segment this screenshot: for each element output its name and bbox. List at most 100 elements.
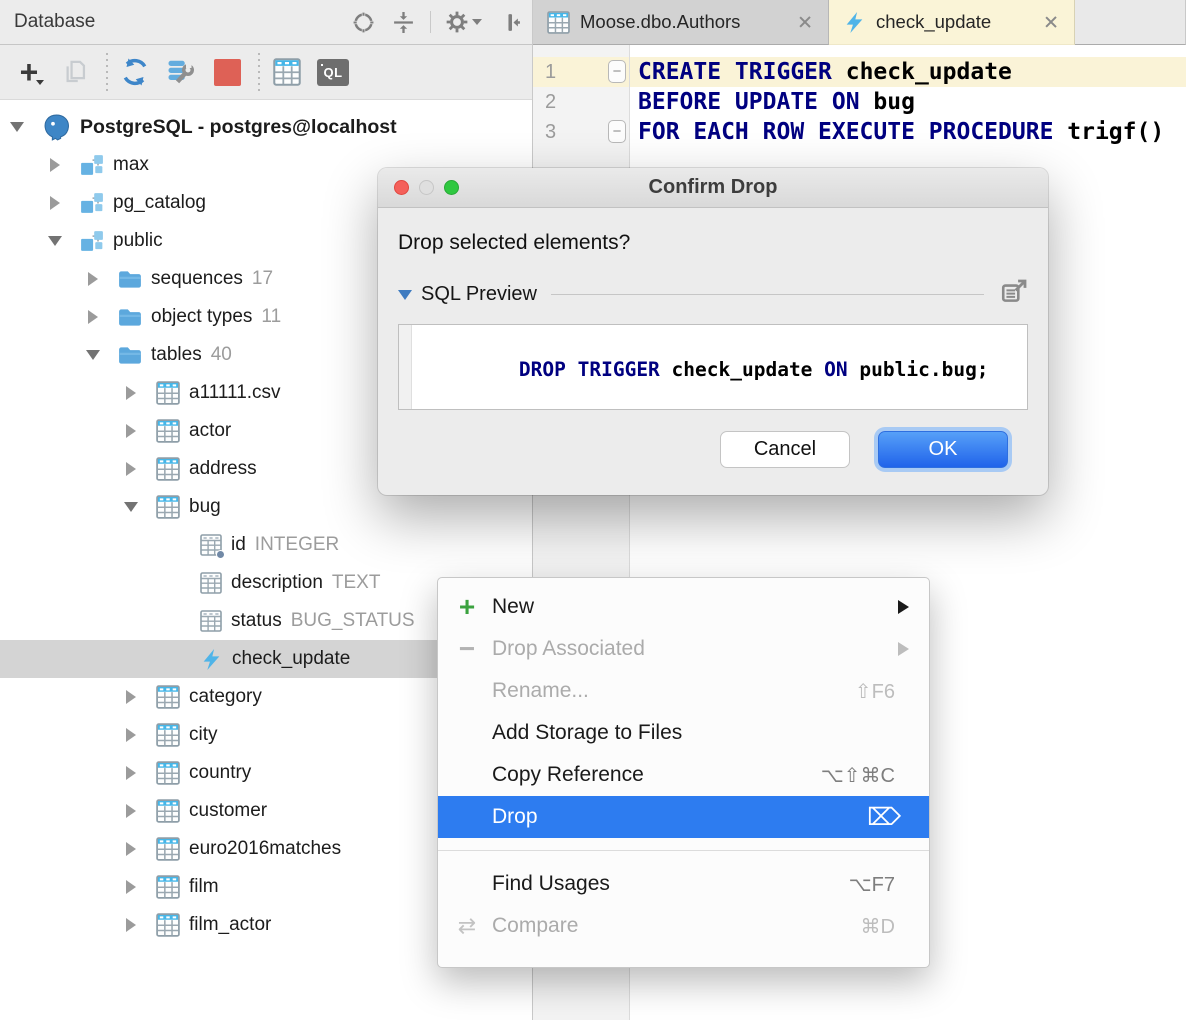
menu-shortcut: ⌘D (860, 915, 895, 938)
menu-item-drop-associated[interactable]: − Drop Associated (438, 628, 929, 670)
menu-item-label: Copy Reference (492, 763, 644, 786)
sql-preview-section-header[interactable]: SQL Preview (398, 278, 1028, 311)
duplicate-button[interactable] (58, 55, 92, 89)
chevron-down-icon[interactable] (44, 236, 66, 246)
ok-button[interactable]: OK (878, 431, 1008, 468)
menu-item-find-usages[interactable]: Find Usages ⌥F7 (438, 863, 929, 905)
submenu-arrow-icon (898, 600, 909, 614)
synchronize-button[interactable] (118, 55, 152, 89)
gear-dropdown-arrow (472, 19, 482, 25)
collapse-all-icon[interactable] (390, 9, 416, 35)
table-icon (156, 685, 180, 709)
menu-item-rename[interactable]: Rename... ⇧F6 (438, 670, 929, 712)
sql-preview-box[interactable]: DROP TRIGGER check_update ON public.bug; (398, 324, 1028, 410)
editor-tab-bar: Moose.dbo.Authors check_update (533, 0, 1200, 45)
chevron-right-icon[interactable] (120, 918, 142, 932)
column-icon (200, 610, 222, 632)
tree-item-label: object types (151, 306, 253, 327)
open-in-editor-icon[interactable] (1000, 278, 1028, 311)
ql-console-icon: QL (317, 58, 349, 86)
dialog-titlebar[interactable]: Confirm Drop (378, 168, 1048, 208)
chevron-right-icon[interactable] (82, 272, 104, 286)
section-divider (550, 294, 984, 295)
folder-icon (118, 345, 142, 366)
tree-item-label: max (113, 154, 149, 175)
tree-row-postgresql[interactable]: PostgreSQL - postgres@localhost (0, 108, 532, 146)
chevron-down-icon[interactable] (82, 350, 104, 360)
chevron-right-icon[interactable] (44, 196, 66, 210)
chevron-down-icon[interactable] (6, 122, 28, 132)
plus-dropdown-arrow (36, 80, 44, 85)
tree-item-label: public (113, 230, 163, 251)
chevron-right-icon[interactable] (120, 690, 142, 704)
fold-marker-icon[interactable]: − (608, 60, 626, 83)
chevron-right-icon[interactable] (120, 880, 142, 894)
minus-icon: − (458, 633, 476, 664)
tree-item-label: pg_catalog (113, 192, 206, 213)
sql-keyword: DROP TRIGGER (518, 358, 672, 381)
chevron-right-icon[interactable] (120, 804, 142, 818)
add-datasource-button[interactable]: + (12, 55, 46, 89)
sql-identifier: bug (873, 89, 915, 115)
menu-item-label: Drop (492, 805, 538, 828)
fold-marker-icon[interactable]: − (608, 120, 626, 143)
settings-gear-icon[interactable] (445, 10, 482, 34)
close-icon[interactable] (796, 13, 814, 31)
hide-panel-icon[interactable] (496, 9, 522, 35)
chevron-right-icon[interactable] (82, 310, 104, 324)
menu-item-copy-reference[interactable]: Copy Reference ⌥⇧⌘C (438, 754, 929, 796)
sql-identifier: public.bug; (859, 358, 989, 381)
plus-icon: + (458, 591, 476, 622)
locate-icon[interactable] (350, 9, 376, 35)
tree-item-label: check_update (232, 648, 351, 669)
compare-arrows-icon: ⇄ (457, 913, 477, 938)
gutter-line-2: 2 (533, 87, 629, 117)
chevron-right-icon[interactable] (120, 766, 142, 780)
tree-item-type: TEXT (331, 572, 381, 593)
table-icon (156, 799, 180, 823)
dialog-buttons: Cancel OK (720, 431, 1008, 468)
submenu-arrow-icon (898, 642, 909, 656)
menu-item-label: Rename... (492, 679, 589, 702)
line-number: 2 (545, 90, 557, 113)
trigger-bolt-icon (200, 648, 223, 671)
code-line-3[interactable]: FOR EACH ROW EXECUTE PROCEDURE trigf() (630, 117, 1186, 147)
code-line-1[interactable]: CREATE TRIGGER check_update (630, 57, 1186, 87)
menu-item-new[interactable]: + New (438, 586, 929, 628)
toolbar-separator (258, 53, 260, 91)
datasource-properties-button[interactable] (164, 55, 198, 89)
table-icon (156, 875, 180, 899)
menu-item-label: Add Storage to Files (492, 721, 683, 744)
code-line-2[interactable]: BEFORE UPDATE ON bug (630, 87, 1186, 117)
jump-to-console-button[interactable]: QL (316, 55, 350, 89)
menu-item-compare[interactable]: ⇄ Compare ⌘D (438, 905, 929, 947)
editor-scrollbar-area[interactable] (1186, 45, 1200, 1020)
tab-moose-dbo-authors[interactable]: Moose.dbo.Authors (533, 0, 829, 45)
stop-button[interactable] (210, 55, 244, 89)
chevron-right-icon[interactable] (120, 842, 142, 856)
tree-row-column-id[interactable]: id INTEGER (0, 526, 532, 564)
chevron-down-icon[interactable] (120, 502, 142, 512)
chevron-right-icon[interactable] (120, 462, 142, 476)
chevron-right-icon[interactable] (120, 386, 142, 400)
close-icon[interactable] (1042, 13, 1060, 31)
chevron-right-icon[interactable] (120, 424, 142, 438)
menu-item-label: Find Usages (492, 872, 610, 895)
table-view-button[interactable] (270, 55, 304, 89)
chevron-right-icon[interactable] (120, 728, 142, 742)
tree-item-label: film_actor (189, 914, 272, 935)
menu-item-label: New (492, 595, 535, 618)
tab-label: Moose.dbo.Authors (580, 11, 741, 32)
table-icon (156, 837, 180, 861)
menu-item-drop[interactable]: Drop ⌦ (438, 796, 929, 838)
tree-item-label: address (189, 458, 257, 479)
cancel-button[interactable]: Cancel (720, 431, 850, 468)
table-icon (156, 723, 180, 747)
tree-item-label: category (189, 686, 262, 707)
disclosure-triangle-icon[interactable] (398, 289, 412, 300)
tab-check-update[interactable]: check_update (829, 0, 1075, 45)
menu-item-add-storage-to-files[interactable]: Add Storage to Files (438, 712, 929, 754)
table-icon (156, 761, 180, 785)
stop-icon (213, 58, 241, 86)
chevron-right-icon[interactable] (44, 158, 66, 172)
